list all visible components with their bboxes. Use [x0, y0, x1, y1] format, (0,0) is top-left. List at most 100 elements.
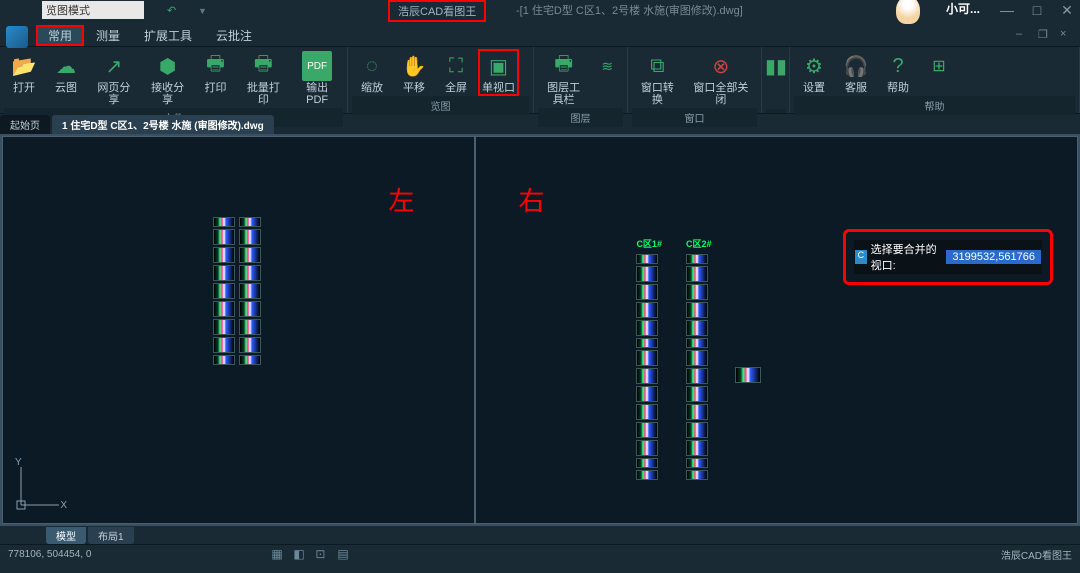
singleview-button[interactable]: ▣ 单视口: [478, 49, 519, 96]
status-bar: 778106, 504454, 0 ▦ ◧ ⊡ ▤ 浩辰CAD看图王: [0, 544, 1080, 564]
mode-dropdown[interactable]: 览图模式: [42, 1, 144, 19]
prompt-text: 选择要合并的视口:: [871, 241, 947, 273]
tab-start[interactable]: 起始页: [0, 115, 50, 134]
prompt-input-value[interactable]: 3199532,561766: [946, 250, 1041, 264]
group-label-layer: 图层: [538, 108, 623, 127]
menu-measure[interactable]: 测量: [84, 25, 132, 46]
closeall-button[interactable]: ⊗ 窗口全部关闭: [685, 49, 757, 108]
floor-block: [735, 367, 761, 383]
tab-model[interactable]: 模型: [46, 527, 86, 544]
floor-block: [213, 301, 235, 317]
floor-block: [213, 355, 235, 365]
viewport-right[interactable]: 右 C区1#: [475, 136, 1078, 524]
pan-button[interactable]: ✋ 平移: [394, 49, 434, 96]
left-pane-label: 左: [388, 181, 414, 218]
floor-block: [636, 458, 658, 468]
floor-block: [686, 404, 708, 420]
floor-block: [239, 247, 261, 263]
floor-block: [239, 337, 261, 353]
printer-icon: 🖶: [201, 51, 231, 81]
status-icon-4[interactable]: ▤: [337, 547, 353, 563]
floor-block: [239, 217, 261, 227]
webshare-button[interactable]: ↗ 网页分享: [88, 49, 140, 108]
layer-stack-icon: ≋: [592, 51, 622, 81]
sub-min-icon[interactable]: –: [1016, 28, 1030, 42]
floor-block: [239, 265, 261, 281]
minimize-button[interactable]: —: [998, 2, 1016, 20]
ucs-icon: Y X: [13, 463, 63, 513]
cloud-button[interactable]: ☁ 云图: [46, 49, 86, 108]
maximize-button[interactable]: □: [1028, 2, 1046, 20]
menu-cloud[interactable]: 云批注: [204, 25, 264, 46]
floor-block: [213, 319, 235, 335]
print-button[interactable]: 🖶 打印: [196, 49, 236, 108]
floor-block: [636, 422, 658, 438]
tab-layout1[interactable]: 布局1: [88, 527, 134, 544]
layer-stack-button[interactable]: ≋: [591, 49, 623, 108]
tab-file1[interactable]: 1 住宅D型 C区1、2号楼 水施 (审图修改).dwg: [52, 115, 274, 134]
avatar[interactable]: [896, 0, 920, 24]
layout-tabs: 模型 布局1: [0, 526, 1080, 544]
floor-block: [636, 440, 658, 456]
sub-close-icon[interactable]: ×: [1060, 28, 1074, 42]
question-icon: ?: [883, 51, 913, 81]
viewport-left[interactable]: 左: [2, 136, 475, 524]
help-button[interactable]: ? 帮助: [878, 49, 918, 96]
window-switch-icon: ⧉: [642, 51, 672, 81]
window-switch-button[interactable]: ⧉ 窗口转换: [632, 49, 683, 108]
service-button[interactable]: 🎧 客服: [836, 49, 876, 96]
hand-icon: ✋: [399, 51, 429, 81]
floor-block: [686, 458, 708, 468]
floor-block: [686, 266, 708, 282]
floor-block: [213, 265, 235, 281]
floor-block: [636, 386, 658, 402]
viewport-area: 左: [0, 134, 1080, 526]
more-button[interactable]: ⊞: [920, 49, 958, 96]
status-icon-1[interactable]: ▦: [271, 547, 287, 563]
floor-block: [636, 368, 658, 384]
settings-button[interactable]: ⚙ 设置: [794, 49, 834, 96]
recvshare-button[interactable]: ⬢ 接收分享: [142, 49, 194, 108]
dropdown-icon[interactable]: ▼: [198, 6, 207, 16]
grid-icon: ⊞: [924, 51, 954, 81]
menu-common[interactable]: 常用: [36, 25, 84, 46]
zoom-button[interactable]: ◌ 缩放: [352, 49, 392, 96]
pause-icon: ▮▮: [761, 51, 791, 81]
undo-icon[interactable]: ↶: [167, 4, 176, 17]
mode-label: 览图模式: [46, 2, 90, 18]
floor-block: [686, 386, 708, 402]
pdf-icon: PDF: [302, 51, 332, 81]
floor-block: [636, 266, 658, 282]
floor-block: [636, 338, 658, 348]
fullscreen-button[interactable]: ⛶ 全屏: [436, 49, 476, 96]
share-out-icon: ↗: [99, 51, 129, 81]
drawing-right: C区1# C区2#: [636, 237, 761, 480]
ribbon: 📂 打开 ☁ 云图 ↗ 网页分享 ⬢ 接收分享 🖶 打印 🖶 批量打印: [0, 46, 1080, 114]
layertools-button[interactable]: 🖶 图层工具栏: [538, 49, 589, 108]
command-prompt[interactable]: C 选择要合并的视口: 3199532,561766: [854, 240, 1042, 274]
status-icon-3[interactable]: ⊡: [315, 547, 331, 563]
ribbon-group-file: 📂 打开 ☁ 云图 ↗ 网页分享 ⬢ 接收分享 🖶 打印 🖶 批量打印: [0, 47, 348, 113]
viewport-icon: ▣: [484, 51, 514, 81]
status-icon-2[interactable]: ◧: [293, 547, 309, 563]
floor-block: [686, 422, 708, 438]
floor-block: [239, 319, 261, 335]
layers-icon: 🖶: [549, 51, 579, 81]
batchprint-button[interactable]: 🖶 批量打印: [238, 49, 290, 108]
pause-button[interactable]: ▮▮: [766, 49, 786, 109]
floor-block: [686, 440, 708, 456]
app-name: 浩辰CAD看图王: [398, 6, 476, 18]
zoom-icon: ◌: [357, 51, 387, 81]
ribbon-group-help: ⚙ 设置 🎧 客服 ? 帮助 ⊞ 帮助: [790, 47, 1080, 113]
gear-icon: ⚙: [799, 51, 829, 81]
cloud-icon: ☁: [51, 51, 81, 81]
open-button[interactable]: 📂 打开: [4, 49, 44, 108]
app-logo-icon[interactable]: [6, 26, 28, 48]
outpdf-button[interactable]: PDF 输出PDF: [291, 49, 343, 108]
user-name[interactable]: 小可...: [946, 0, 980, 17]
close-button[interactable]: ✕: [1058, 2, 1076, 20]
status-icons: ▦ ◧ ⊡ ▤: [271, 547, 353, 563]
floor-block: [686, 338, 708, 348]
sub-restore-icon[interactable]: ❐: [1038, 28, 1052, 42]
menu-extend[interactable]: 扩展工具: [132, 25, 204, 46]
